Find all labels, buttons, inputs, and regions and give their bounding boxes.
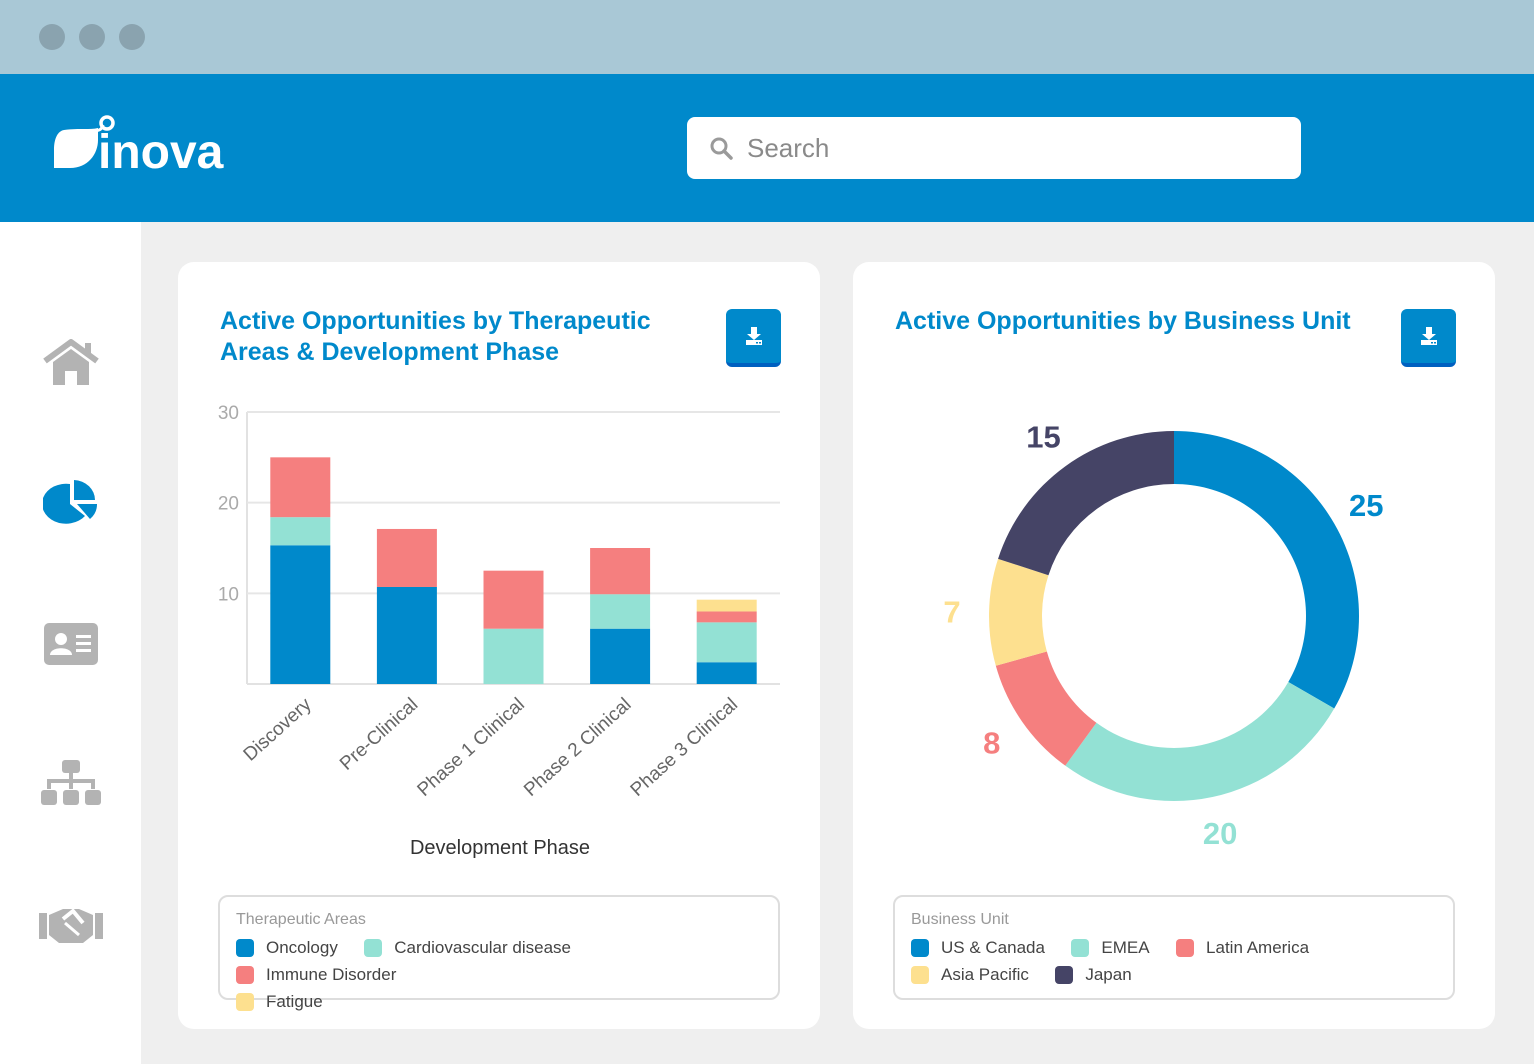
legend-item-emea[interactable]: EMEA [1071,935,1150,961]
legend-title: Business Unit [911,911,1009,928]
legend-swatch [1176,939,1195,957]
legend-swatch [911,939,929,957]
bar-segment-immune-disorder[interactable] [376,528,437,587]
window-maximize-button[interactable] [119,24,145,50]
legend-label: Fatigue [266,992,323,1011]
search-input[interactable]: Search [687,117,1301,179]
x-tick-label: Phase 1 Clinical [414,694,529,801]
bar-segment-immune-disorder[interactable] [590,548,651,595]
window-titlebar [0,0,1534,74]
id-card-icon [44,623,98,665]
donut-chart: 25 20 8 7 15 [943,419,1383,851]
donut-data-label: 15 [1026,419,1060,454]
chart-legend: Business Unit US & Canada EMEA Latin Ame… [893,895,1455,1000]
donut-data-label: 25 [1349,488,1383,523]
legend-swatch [1055,966,1074,984]
legend-swatch [236,993,254,1011]
home-icon [43,339,99,385]
x-tick-label: Phase 3 Clinical [627,694,742,801]
legend-swatch [911,966,929,984]
stacked-bar-chart: 10 20 30 Discovery Pre-ClinicalPhase 1 Clini… [218,403,780,859]
legend-item-cardiovascular[interactable]: Cardiovascular disease [364,935,571,961]
donut-data-label: 8 [983,726,1000,761]
bar-segment-oncology[interactable] [696,662,757,684]
bar-segment-immune-disorder[interactable] [696,611,757,623]
donut-data-label: 7 [943,594,960,629]
bar-segment-immune-disorder[interactable] [483,570,544,629]
sidebar-item-partnerships[interactable] [38,900,104,950]
bar-segment-oncology[interactable] [376,586,437,684]
bar-segment-cardiovascular-disease[interactable] [483,628,544,684]
donut-slice-us-canada[interactable] [1174,431,1359,709]
x-tick-label: Discovery [240,694,316,766]
x-axis-title: Development Phase [410,837,590,859]
therapeutic-areas-card: Active Opportunities by Therapeutic Area… [178,262,820,1029]
bar-segment-cardiovascular-disease[interactable] [590,594,651,629]
handshake-icon [39,908,103,943]
search-placeholder: Search [747,132,830,163]
legend-swatch [364,939,383,957]
sidebar [0,222,141,1064]
org-chart-icon [41,760,101,805]
legend-swatch [1071,939,1090,957]
legend-label: Cardiovascular disease [394,938,571,957]
legend-item-latin-america[interactable]: Latin America [1176,935,1309,961]
search-icon [710,137,733,160]
bar-segment-oncology[interactable] [270,545,331,684]
donut-data-label: 20 [1203,816,1237,851]
legend-item-us-canada[interactable]: US & Canada [911,935,1045,961]
app-header: inova Search [0,74,1534,222]
legend-title: Therapeutic Areas [236,911,366,928]
window-close-button[interactable] [39,24,65,50]
bar-segment-oncology[interactable] [590,628,651,684]
pie-chart-icon [43,480,98,524]
legend-item-immune[interactable]: Immune Disorder [236,962,396,988]
inova-logo[interactable]: inova [46,114,236,179]
sidebar-item-home[interactable] [38,337,104,387]
legend-label: Latin America [1206,938,1310,957]
legend-label: Immune Disorder [266,965,397,984]
sidebar-item-contacts[interactable] [38,619,104,669]
donut-slice-emea[interactable] [1065,682,1335,801]
x-tick-label: Pre-Clinical [336,694,422,775]
bar-segment-cardiovascular-disease[interactable] [696,622,757,663]
bar-segment-fatigue[interactable] [696,599,757,612]
bar-segment-immune-disorder[interactable] [270,457,331,518]
x-tick-label: Phase 2 Clinical [520,694,635,801]
legend-item-asia-pacific[interactable]: Asia Pacific [911,962,1029,988]
business-unit-card: Active Opportunities by Business Unit 25… [853,262,1495,1029]
legend-swatch [236,966,254,984]
logo-text: inova [98,126,224,174]
legend-swatch [236,939,254,957]
bar-segment-cardiovascular-disease[interactable] [270,517,331,546]
sidebar-item-analytics[interactable] [38,478,104,528]
legend-item-oncology[interactable]: Oncology [236,935,338,961]
y-tick-label: 30 [218,403,239,424]
window-minimize-button[interactable] [79,24,105,50]
legend-item-fatigue[interactable]: Fatigue [236,989,323,1015]
y-tick-label: 20 [218,494,239,515]
legend-item-japan[interactable]: Japan [1055,962,1132,988]
donut-slice-asia-pacific[interactable] [989,558,1049,666]
y-tick-label: 10 [218,584,239,605]
legend-label: US & Canada [941,938,1045,957]
legend-label: Asia Pacific [941,965,1029,984]
donut-slice-japan[interactable] [998,431,1174,576]
sidebar-item-organization[interactable] [38,759,104,809]
legend-label: Japan [1085,965,1132,984]
chart-legend: Therapeutic Areas Oncology Cardiovascula… [218,895,780,1011]
legend-label: Oncology [266,938,338,957]
legend-label: EMEA [1101,938,1150,957]
